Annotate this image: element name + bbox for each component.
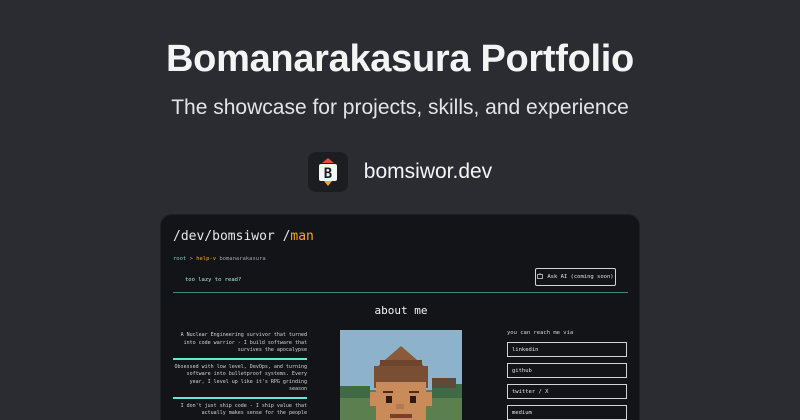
header-divider [173,292,628,293]
twitter-link[interactable]: twitter / X [507,384,627,399]
brand-logo-icon: B [307,152,348,192]
breadcrumb-argument: bomanarakasura [219,256,266,262]
preview-title-main: /dev/bomsiwor / [173,229,291,244]
about-heading: about me [374,304,428,317]
contact-title: you can reach me via [507,330,574,336]
robot-icon [537,273,544,281]
bio-column: A Nuclear Engineering survivor that turn… [173,332,307,418]
bio-paragraph: A Nuclear Engineering survivor that turn… [180,332,307,353]
ask-ai-button[interactable]: Ask AI (coming soon) [535,268,616,286]
brand[interactable]: B bomsiwor.dev [0,152,800,192]
bio-paragraph: I don't just ship code - I ship value th… [180,402,307,417]
breadcrumb: root > help-v bomanarakasura [173,256,266,262]
github-link[interactable]: github [507,363,627,378]
page-title: Bomanarakasura Portfolio [166,38,634,80]
preview-title-accent: man [290,229,314,244]
medium-link[interactable]: medium [507,405,627,420]
ask-ai-label: Ask AI (coming soon) [547,274,614,280]
linkedin-link[interactable]: linkedin [507,342,627,357]
breadcrumb-separator: > [189,256,193,262]
bio-paragraph: Obsessed with low level, DevOps, and tur… [174,363,307,393]
contact-column: you can reach me via linkedin github twi… [507,330,629,420]
avatar [340,330,462,420]
site-preview: /dev/bomsiwor /man root > help-v bomanar… [160,214,640,420]
brand-name[interactable]: bomsiwor.dev [364,160,492,184]
breadcrumb-root: root [173,256,187,262]
page-subtitle: The showcase for projects, skills, and e… [171,96,629,119]
preview-title: /dev/bomsiwor /man [173,229,314,244]
lazy-read-link[interactable]: too lazy to read? [185,277,241,283]
bio-divider [173,357,307,360]
logo-letter: B [324,166,332,182]
breadcrumb-command: help-v [196,256,217,262]
bio-divider [173,396,307,399]
